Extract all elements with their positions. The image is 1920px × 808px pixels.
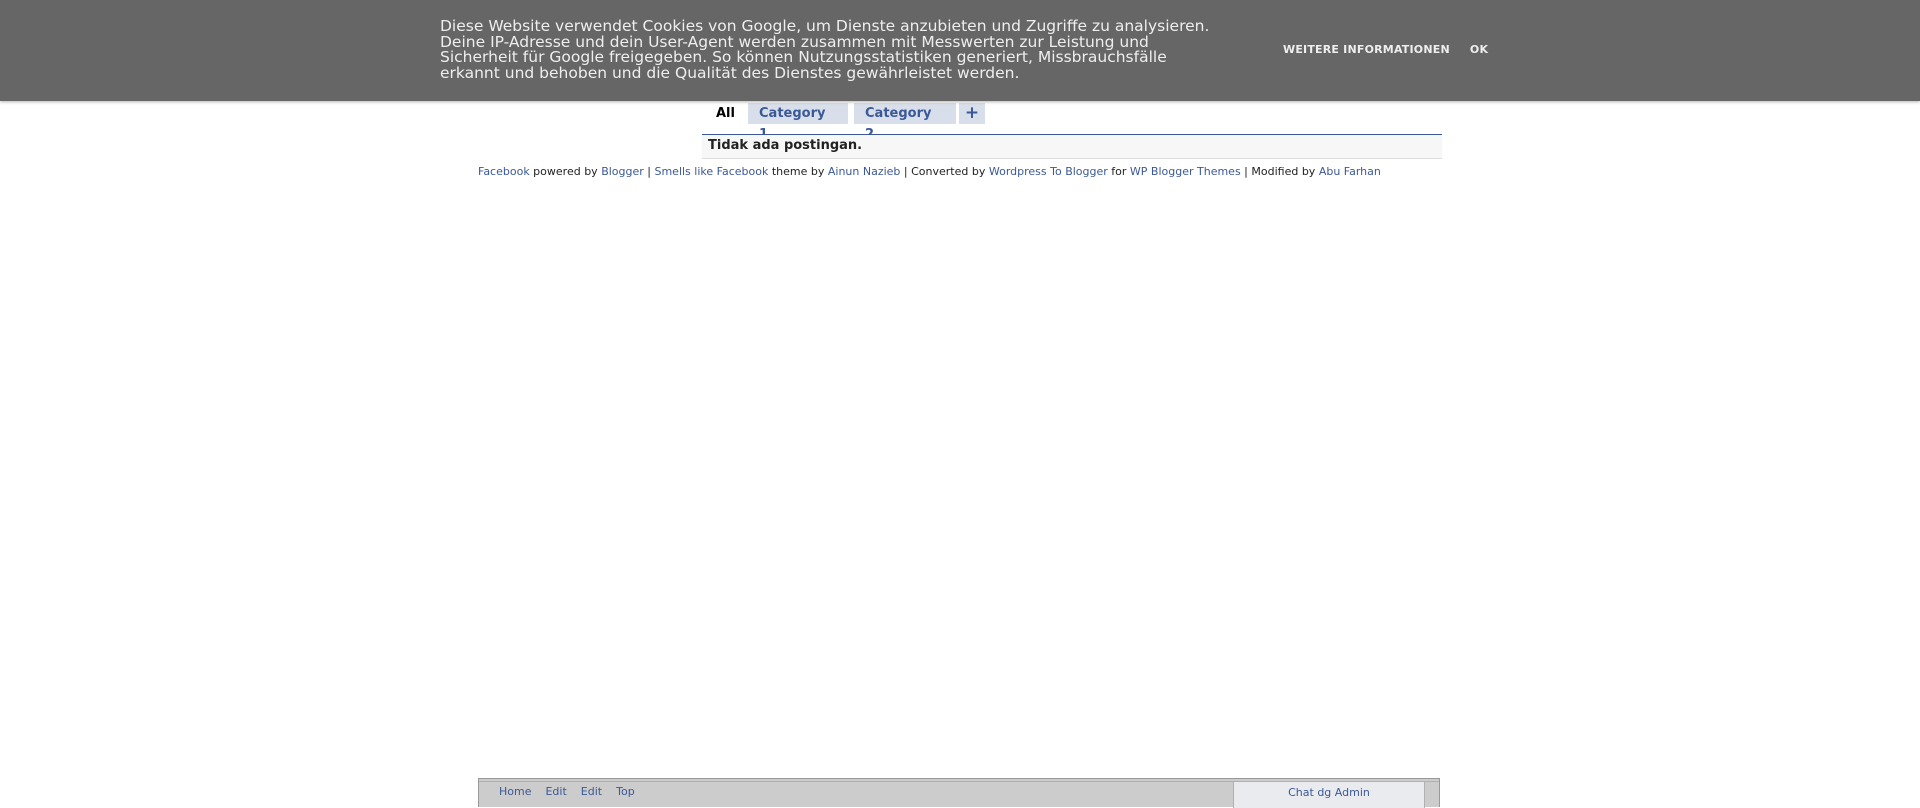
bottom-toolbar: Home Edit Edit Top Chat dg Admin xyxy=(478,778,1440,808)
credit-text: theme by xyxy=(768,165,828,178)
credit-link-wp2blogger[interactable]: Wordpress To Blogger xyxy=(989,165,1108,178)
bottom-edit-link-2[interactable]: Edit xyxy=(581,785,602,798)
credit-link-abu[interactable]: Abu Farhan xyxy=(1319,165,1381,178)
credit-text: | xyxy=(643,165,655,178)
bottom-nav: Home Edit Edit Top xyxy=(499,785,635,798)
credit-link-facebook[interactable]: Facebook xyxy=(478,165,530,178)
cookie-banner: Diese Website verwendet Cookies von Goog… xyxy=(0,0,1920,101)
tab-category-1[interactable]: Category 1 xyxy=(748,103,848,142)
credit-text: | Modified by xyxy=(1240,165,1319,178)
category-tabs: All Category 1 Category 2 + xyxy=(702,101,1442,142)
credit-text: | Converted by xyxy=(900,165,989,178)
no-posts-message: Tidak ada postingan. xyxy=(702,135,1442,159)
add-tab-icon[interactable]: + xyxy=(959,103,985,124)
credit-link-ainun[interactable]: Ainun Nazieb xyxy=(828,165,901,178)
bottom-top-link[interactable]: Top xyxy=(616,785,635,798)
cookie-message: Diese Website verwendet Cookies von Goog… xyxy=(440,18,1240,82)
credit-text: powered by xyxy=(529,165,602,178)
footer-credits: Facebook powered by Blogger | Smells lik… xyxy=(478,165,1381,178)
bottom-edit-link-1[interactable]: Edit xyxy=(545,785,566,798)
credit-link-wpthemes[interactable]: WP Blogger Themes xyxy=(1130,165,1241,178)
more-info-link[interactable]: WEITERE INFORMATIONEN xyxy=(1283,43,1450,56)
ok-button[interactable]: OK xyxy=(1470,43,1488,56)
credit-text: for xyxy=(1107,165,1130,178)
chat-admin-button[interactable]: Chat dg Admin xyxy=(1233,782,1425,808)
credit-link-smells[interactable]: Smells like Facebook xyxy=(654,165,768,178)
credit-link-blogger[interactable]: Blogger xyxy=(601,165,644,178)
cookie-line-4: erkannt und behoben und die Qualität des… xyxy=(440,63,1020,82)
cookie-actions: WEITERE INFORMATIONEN OK xyxy=(1283,43,1488,56)
bottom-home-link[interactable]: Home xyxy=(499,785,531,798)
tab-category-2[interactable]: Category 2 xyxy=(854,103,956,142)
tab-all[interactable]: All xyxy=(705,103,746,124)
